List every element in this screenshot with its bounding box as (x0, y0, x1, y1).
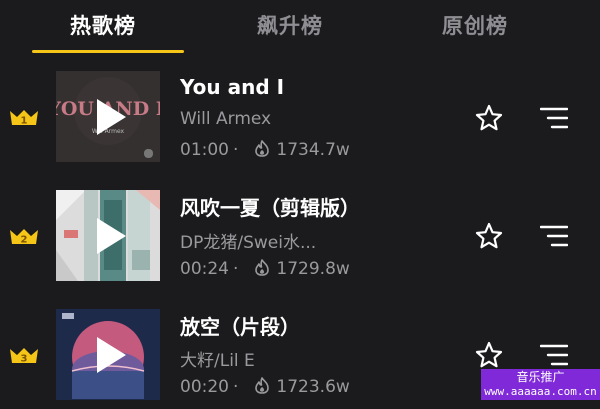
fire-icon (254, 140, 270, 157)
add-to-playlist-icon[interactable] (540, 344, 568, 366)
chart-tabs: 热歌榜 飙升榜 原创榜 (0, 0, 600, 53)
watermark-url: www.aaaaaa.com.cn (484, 385, 597, 398)
watermark-title: 音乐推广 (516, 370, 565, 384)
play-count: 1723.6w (276, 377, 350, 397)
song-cover[interactable] (56, 309, 160, 400)
song-duration: 01:00 (180, 140, 229, 160)
play-icon[interactable] (94, 216, 128, 256)
star-outline-icon[interactable] (474, 221, 504, 251)
crown-icon: 2 (9, 227, 39, 245)
crown-icon: 1 (9, 108, 39, 126)
song-artist: 大籽/Lil E (180, 351, 255, 371)
song-artist: DP龙猪/Swei水... (180, 233, 317, 253)
separator-dot: · (233, 259, 239, 279)
song-meta: 00:20 · 1723.6w (180, 377, 350, 397)
song-artist: Will Armex (180, 109, 272, 129)
song-meta: 00:24 · 1729.8w (180, 259, 350, 279)
play-count: 1729.8w (276, 259, 350, 279)
rank-number: 3 (21, 354, 28, 365)
play-icon[interactable] (94, 335, 128, 375)
star-outline-icon[interactable] (474, 340, 504, 370)
song-title[interactable]: 风吹一夏（剪辑版） (180, 192, 360, 221)
song-duration: 00:24 (180, 259, 229, 279)
separator-dot: · (233, 140, 239, 160)
song-duration: 00:20 (180, 377, 229, 397)
play-icon[interactable] (94, 97, 128, 137)
add-to-playlist-icon[interactable] (540, 107, 568, 129)
watermark-banner: 音乐推广 www.aaaaaa.com.cn (481, 369, 600, 400)
tab-original-songs[interactable]: 原创榜 (442, 10, 508, 40)
tab-rising-songs[interactable]: 飙升榜 (257, 10, 323, 40)
separator-dot: · (233, 377, 239, 397)
song-title[interactable]: 放空（片段） (180, 311, 300, 340)
fire-icon (254, 259, 270, 276)
song-row[interactable]: 1 YOU AND I Will Armex You and I Will Ar… (0, 71, 600, 171)
play-count: 1734.7w (276, 140, 350, 160)
active-tab-indicator (32, 50, 184, 53)
add-to-playlist-icon[interactable] (540, 225, 568, 247)
star-outline-icon[interactable] (474, 103, 504, 133)
tab-hot-songs[interactable]: 热歌榜 (70, 10, 136, 40)
song-meta: 01:00 · 1734.7w (180, 140, 350, 160)
song-title[interactable]: You and I (180, 75, 284, 99)
fire-icon (254, 377, 270, 394)
rank-number: 2 (21, 235, 28, 246)
song-row[interactable]: 2 风吹一夏（剪辑版） DP龙猪/Swei水... 00:24 · 1729.8w (0, 190, 600, 290)
crown-icon: 3 (9, 346, 39, 364)
song-cover[interactable]: YOU AND I Will Armex (56, 71, 160, 162)
song-cover[interactable] (56, 190, 160, 281)
rank-number: 1 (21, 116, 28, 127)
